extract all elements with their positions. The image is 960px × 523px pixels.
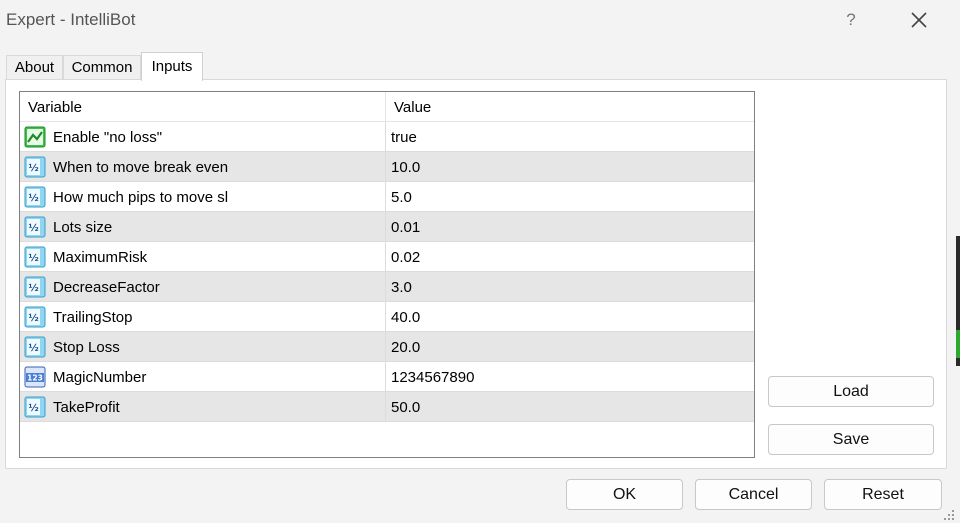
svg-text:123: 123 (27, 374, 43, 383)
svg-text:½: ½ (28, 283, 38, 294)
integer-icon: 123 (24, 366, 46, 388)
double-icon: ½ (24, 246, 46, 268)
table-row[interactable]: ½ Lots size 0.01 (20, 212, 754, 242)
help-button[interactable]: ? (832, 4, 870, 36)
double-icon: ½ (24, 156, 46, 178)
svg-text:½: ½ (28, 403, 38, 414)
window-title: Expert - IntelliBot (6, 10, 136, 29)
variable-name: DecreaseFactor (53, 279, 160, 296)
variable-name: MagicNumber (53, 369, 147, 386)
cell-divider (385, 392, 386, 422)
variable-name: Stop Loss (53, 339, 120, 356)
double-icon: ½ (24, 396, 46, 418)
cell-divider (385, 242, 386, 272)
variable-name: TakeProfit (53, 399, 120, 416)
column-header-variable[interactable]: Variable (20, 92, 385, 122)
variable-name: TrailingStop (53, 309, 133, 326)
reset-button[interactable]: Reset (824, 479, 942, 510)
svg-text:½: ½ (28, 313, 38, 324)
variable-value[interactable]: 10.0 (391, 152, 420, 182)
table-row[interactable]: 123 MagicNumber 1234567890 (20, 362, 754, 392)
variable-value[interactable]: 3.0 (391, 272, 412, 302)
close-button[interactable] (898, 4, 940, 36)
cell-divider (385, 182, 386, 212)
double-icon: ½ (24, 216, 46, 238)
table-row[interactable]: ½ How much pips to move sl 5.0 (20, 182, 754, 212)
table-row[interactable]: ½ DecreaseFactor 3.0 (20, 272, 754, 302)
cell-divider (385, 272, 386, 302)
double-icon: ½ (24, 186, 46, 208)
inputs-table[interactable]: Variable Value Enable "no loss" true ½ When… (19, 91, 755, 458)
variable-value[interactable]: 40.0 (391, 302, 420, 332)
column-header-value[interactable]: Value (386, 92, 754, 122)
variable-name: Enable "no loss" (53, 129, 163, 146)
close-icon (911, 12, 927, 28)
variable-value[interactable]: 0.02 (391, 242, 420, 272)
bool-icon (24, 126, 46, 148)
ok-button[interactable]: OK (566, 479, 683, 510)
cell-divider (385, 302, 386, 332)
tab-common[interactable]: Common (63, 55, 141, 81)
background-window-accent (956, 330, 960, 358)
svg-text:½: ½ (28, 193, 38, 204)
variable-value[interactable]: 20.0 (391, 332, 420, 362)
double-icon: ½ (24, 306, 46, 328)
table-row[interactable]: ½ When to move break even 10.0 (20, 152, 754, 182)
svg-text:½: ½ (28, 343, 38, 354)
variable-value[interactable]: 1234567890 (391, 362, 474, 392)
table-row[interactable]: ½ Stop Loss 20.0 (20, 332, 754, 362)
svg-text:½: ½ (28, 163, 38, 174)
variable-value[interactable]: true (391, 122, 417, 152)
table-row[interactable]: ½ TakeProfit 50.0 (20, 392, 754, 422)
variable-name: MaximumRisk (53, 249, 148, 266)
svg-text:½: ½ (28, 253, 38, 264)
table-header: Variable Value (20, 92, 754, 122)
title-bar: Expert - IntelliBot ? (0, 0, 960, 40)
variable-value[interactable]: 0.01 (391, 212, 420, 242)
table-row[interactable]: ½ TrailingStop 40.0 (20, 302, 754, 332)
table-row[interactable]: Enable "no loss" true (20, 122, 754, 152)
resize-grip-icon[interactable] (942, 508, 956, 522)
cell-divider (385, 122, 386, 152)
variable-name: Lots size (53, 219, 113, 236)
double-icon: ½ (24, 276, 46, 298)
variable-name: How much pips to move sl (53, 189, 229, 206)
cell-divider (385, 152, 386, 182)
svg-text:½: ½ (28, 223, 38, 234)
tab-inputs[interactable]: Inputs (141, 52, 203, 81)
variable-value[interactable]: 50.0 (391, 392, 420, 422)
variable-name: When to move break even (53, 159, 229, 176)
cell-divider (385, 212, 386, 242)
table-row[interactable]: ½ MaximumRisk 0.02 (20, 242, 754, 272)
cancel-button[interactable]: Cancel (695, 479, 812, 510)
save-button[interactable]: Save (768, 424, 934, 455)
tab-about[interactable]: About (6, 55, 63, 81)
cell-divider (385, 362, 386, 392)
variable-value[interactable]: 5.0 (391, 182, 412, 212)
load-button[interactable]: Load (768, 376, 934, 407)
cell-divider (385, 332, 386, 362)
double-icon: ½ (24, 336, 46, 358)
